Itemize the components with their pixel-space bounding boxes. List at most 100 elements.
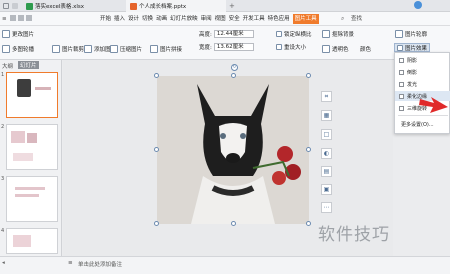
more-settings-label: 更多设置(O)... [401, 121, 434, 128]
avatar[interactable] [414, 1, 422, 9]
thumbnail-image [11, 131, 25, 143]
layout-tool-icon[interactable]: ▦ [321, 110, 332, 121]
reset-size-button[interactable]: 重设大小 [276, 43, 306, 51]
multi-picture-button[interactable]: 多图轮播 [2, 45, 34, 53]
remove-background-icon [322, 30, 330, 38]
menu-transition[interactable]: 切换 [142, 12, 153, 26]
picture-tool-icon[interactable]: ▣ [321, 184, 332, 195]
lock-ratio-checkbox[interactable]: 锁定纵横比 [276, 30, 312, 38]
picture-effect-label: 图片效果 [405, 45, 428, 52]
crop-tool-icon[interactable]: ⌗ [321, 91, 332, 102]
menu-view[interactable]: 视图 [215, 12, 226, 26]
menu-review[interactable]: 审阅 [201, 12, 212, 26]
compress-icon [110, 45, 118, 53]
menu-features[interactable]: 特色应用 [268, 12, 290, 26]
crop-label: 图片裁剪 [62, 47, 85, 53]
resize-handle-right[interactable] [306, 147, 311, 152]
slide-thumbnail-3[interactable] [6, 176, 58, 222]
file-menu-icon[interactable]: ≡ [2, 12, 7, 26]
compress-button[interactable]: 压缩图片 [110, 45, 142, 53]
search-icon: ⌕ [341, 15, 345, 22]
rotate-handle-icon[interactable]: ↻ [231, 64, 238, 71]
quick-access-toolbar [10, 15, 40, 23]
home-icon[interactable] [3, 3, 9, 9]
undo-icon[interactable] [26, 15, 32, 21]
reset-size-label: 重设大小 [284, 45, 307, 51]
tab-outline[interactable]: 大纲 [2, 62, 13, 70]
slide-text-placeholder [15, 187, 45, 190]
height-input[interactable]: 12.44厘米 [213, 30, 254, 38]
husky-photo[interactable] [157, 76, 309, 224]
excel-icon [26, 2, 33, 10]
resize-handle-bottom-left[interactable] [154, 221, 159, 226]
crop-button[interactable]: 图片裁剪 [52, 45, 84, 53]
height-control: 高度: 12.44厘米 [199, 30, 254, 38]
slide-number: 2 [1, 124, 5, 130]
menu-home[interactable]: 开始 [100, 12, 111, 26]
slide-number: 1 [1, 72, 5, 78]
color-label: 颜色 [360, 47, 372, 53]
resize-handle-top-left[interactable] [154, 73, 159, 78]
menu-bar: ≡ 开始 插入 设计 切换 动画 幻灯片放映 审阅 视图 安全 开发工具 特色应… [0, 12, 450, 26]
effect-glow-item[interactable]: 发光 [395, 79, 450, 89]
collapse-pane-icon[interactable]: ◂ [2, 260, 5, 266]
effect-reflection-item[interactable]: 倒影 [395, 67, 450, 77]
menu-animation[interactable]: 动画 [156, 12, 167, 26]
effect-shadow-label: 阴影 [407, 57, 418, 64]
ppt-icon [130, 2, 137, 10]
effect-shadow-item[interactable]: 阴影 [395, 55, 450, 65]
print-icon[interactable] [18, 15, 24, 21]
picture-outline-button[interactable]: 图片轮廓 [395, 30, 427, 38]
multi-picture-label: 多图轮播 [12, 47, 35, 53]
menu-design[interactable]: 设计 [128, 12, 139, 26]
transparent-icon [322, 45, 330, 53]
slide-number: 3 [1, 176, 5, 182]
slide-thumbnail-2[interactable] [6, 124, 58, 170]
red-arrow-annotation [419, 97, 448, 113]
effect-glow-label: 发光 [407, 81, 418, 88]
3d-rotation-icon [399, 105, 404, 111]
tab-excel[interactable]: 落实excel表格.xlsx [22, 0, 124, 12]
resize-handle-bottom[interactable] [231, 221, 236, 226]
menu-slideshow[interactable]: 幻灯片放映 [170, 12, 198, 26]
reflection-icon [399, 69, 404, 75]
save-icon[interactable] [10, 15, 16, 21]
search-label[interactable]: 查找 [351, 12, 362, 26]
width-input[interactable]: 13.62厘米 [213, 43, 254, 51]
picture-split-button[interactable]: 图片拼接 [150, 45, 182, 53]
watermark-text: 软件技巧 [318, 225, 390, 245]
more-settings-item[interactable]: 更多设置(O)... [395, 119, 450, 129]
change-picture-button[interactable]: 更改图片 [2, 30, 34, 38]
transform-tool-icon[interactable]: ▤ [321, 166, 332, 177]
menu-security[interactable]: 安全 [229, 12, 240, 26]
more-tool-icon[interactable]: ⋯ [321, 202, 332, 213]
menu-developer[interactable]: 开发工具 [243, 12, 265, 26]
tab-ppt-label: 个人成长档案.pptx [139, 4, 187, 10]
slide-text-placeholder [35, 87, 51, 90]
husky-with-roses-image [157, 76, 309, 224]
transparent-button[interactable]: 透明色 [322, 45, 349, 53]
slide-thumbnail-4[interactable] [6, 228, 58, 254]
new-tab-icon[interactable]: + [229, 2, 235, 10]
notes-placeholder[interactable]: 单击此处添加备注 [78, 260, 122, 268]
picture-effect-button[interactable]: 图片效果 [394, 43, 431, 52]
slide-number: 4 [1, 228, 5, 234]
soft-edges-icon [399, 93, 404, 99]
effect-tool-icon[interactable]: ◐ [321, 148, 332, 159]
tab-slides[interactable]: 幻灯片 [18, 61, 39, 69]
docs-icon[interactable] [12, 3, 18, 9]
reset-icon [276, 44, 282, 50]
pic-bg-button[interactable]: 抠除背景 [322, 30, 354, 38]
color-button[interactable]: 颜色 [360, 45, 371, 53]
resize-handle-bottom-right[interactable] [306, 221, 311, 226]
slide-thumbnail-1[interactable] [6, 72, 58, 118]
resize-handle-top-right[interactable] [306, 73, 311, 78]
resize-handle-left[interactable] [154, 147, 159, 152]
width-label: 宽度: [199, 45, 212, 51]
split-icon [150, 45, 158, 53]
resize-handle-top[interactable] [231, 73, 236, 78]
menu-picture-tools[interactable]: 图片工具 [292, 14, 319, 24]
outline-tool-icon[interactable]: □ [321, 129, 332, 140]
menu-insert[interactable]: 插入 [114, 12, 125, 26]
tab-ppt[interactable]: 个人成长档案.pptx [126, 0, 226, 12]
